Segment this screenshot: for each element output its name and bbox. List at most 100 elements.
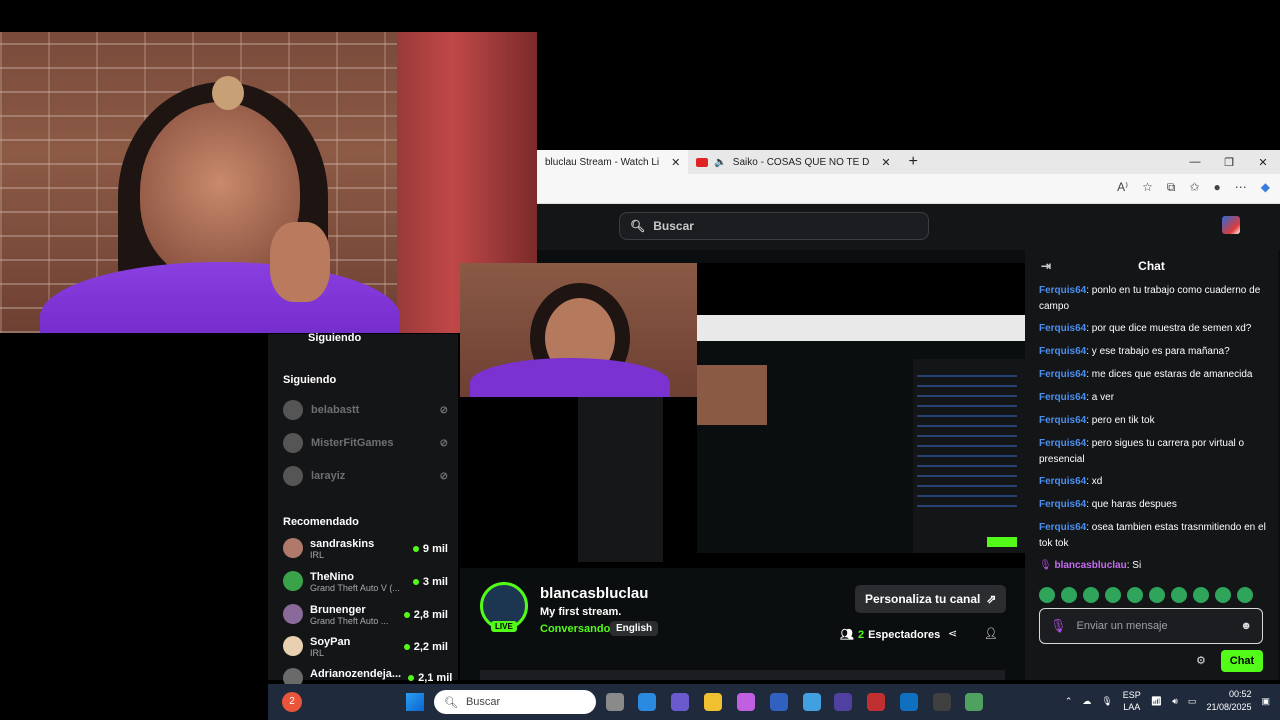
emote-icon[interactable] [1061,587,1077,603]
chat-message: Ferquis64: por que dice muestra de semen… [1039,323,1252,334]
language-tag[interactable]: English [610,621,659,636]
notifications-icon[interactable]: ▣ [1261,696,1270,707]
edge-icon[interactable] [638,693,656,711]
emote-icon[interactable] [1171,587,1187,603]
wifi-icon[interactable]: 📶︎ [1151,696,1162,707]
collapse-chat-icon[interactable]: ⇥ [1041,259,1051,273]
stream-info: LIVE blancasbluclau My first stream. Con… [460,568,1025,680]
emote-icon[interactable] [1149,587,1165,603]
emote-icon[interactable] [1215,587,1231,603]
send-chat-button[interactable]: Chat [1221,650,1263,672]
app-icon[interactable] [803,693,821,711]
recommended-item[interactable]: sandraskins IRL 9 mil [283,538,448,560]
close-window-button[interactable]: ✕ [1246,156,1280,169]
clock[interactable]: 00:52 21/08/2025 [1206,688,1251,714]
emote-icon[interactable] [1039,587,1055,603]
chat-message: Ferquis64: pero en tik tok [1039,415,1155,426]
share-icon[interactable]: ⋖ [948,627,957,640]
favorites-icon[interactable]: ✩ [1189,180,1199,195]
toolbar-icons: A⁾ ☆ ⧉ ✩ ● ⋯ ◆ [1117,180,1270,195]
notification-badge[interactable]: 2 [282,692,302,712]
search-placeholder: Buscar [653,219,694,233]
app-icon[interactable] [900,693,918,711]
tab-label: bluclau Stream - Watch Li [545,156,660,168]
following-item[interactable]: larayiz ⊘ [283,466,448,486]
read-aloud-icon[interactable]: A⁾ [1117,180,1128,195]
tab-bar: bluclau Stream - Watch Li ✕ 🔈 Saiko - CO… [537,150,1280,174]
chat-message: 🎙︎ blancasbluclau: Si [1039,560,1142,571]
gear-icon[interactable]: ⚙ [1196,654,1206,667]
live-badge: LIVE [491,621,517,632]
live-dot [403,644,410,650]
obs-icon[interactable] [933,693,951,711]
emote-icon[interactable] [1105,587,1121,603]
search-input[interactable]: 🔍︎ Buscar [619,212,929,240]
app-icon[interactable] [965,693,983,711]
channel-name[interactable]: blancasbluclau [540,585,648,602]
recommended-item[interactable]: TheNino Grand Theft Auto V (... 3 mil [283,571,448,593]
chevron-up-icon[interactable]: ⌃ [1065,696,1073,707]
file-explorer-icon[interactable] [704,693,722,711]
recommended-item[interactable]: SoyPan IRL 2,2 mil [283,636,448,658]
minimize-button[interactable]: — [1178,156,1212,168]
stream-category[interactable]: Conversando [540,623,610,635]
system-tray: ⌃ ☁ 🎙︎ ESP LAA 📶︎ 🔊︎ ▭ 00:52 21/08/2025 … [1065,688,1270,714]
following-name: belabastt [311,404,360,416]
follow-icon[interactable]: 👤︎ [984,627,998,640]
live-dot [412,579,419,585]
channel-category: Grand Theft Auto ... [310,616,389,626]
below-info-strip [480,670,1005,680]
windows-start-icon[interactable] [406,693,424,711]
close-tab-icon[interactable]: ✕ [881,156,890,169]
task-view-icon[interactable] [606,693,624,711]
tab-label: Saiko - COSAS QUE NO TE D [732,156,870,168]
mcafee-icon[interactable] [867,693,885,711]
personalize-channel-button[interactable]: Personaliza tu canal ⇗ [855,585,1007,613]
profile-icon[interactable]: ● [1214,180,1221,195]
following-item[interactable]: belabastt ⊘ [283,400,448,420]
extensions-icon[interactable]: ⧉ [1167,180,1176,195]
store-icon[interactable] [770,693,788,711]
teams-icon[interactable] [671,693,689,711]
copilot-icon[interactable]: ◆ [1261,180,1270,195]
avatar [283,466,303,486]
emote-icon[interactable] [1127,587,1143,603]
emote-icon[interactable] [1193,587,1209,603]
copilot-icon[interactable] [737,693,755,711]
channel-name: Adrianozendeja... [310,668,402,680]
maximize-button[interactable]: ❐ [1212,156,1246,169]
viewers-number: 2 [857,628,865,641]
chat-header: ⇥ Chat [1025,250,1278,282]
favorite-star-icon[interactable]: ☆ [1142,180,1153,195]
chat-input[interactable]: 🎙︎ Enviar un mensaje ☻ [1039,608,1263,644]
viewer-count: 9 mil [412,538,448,560]
emoji-icon[interactable]: ☻ [1240,620,1252,632]
cloud-icon[interactable]: ☁ [1082,696,1091,707]
tab-youtube[interactable]: 🔈 Saiko - COSAS QUE NO TE D ✕ [688,150,898,174]
nested-screen-capture [697,315,1025,553]
mic-icon[interactable]: 🎙︎ [1101,696,1112,707]
more-menu-icon[interactable]: ⋯ [1235,180,1247,195]
tab-kick-stream[interactable]: bluclau Stream - Watch Li ✕ [537,150,689,174]
emote-icon[interactable] [1083,587,1099,603]
avatar [283,400,303,420]
battery-icon[interactable]: ▭ [1188,696,1197,707]
taskbar-search[interactable]: 🔍︎ Buscar [434,690,596,714]
avatar [283,538,303,558]
new-tab-button[interactable]: + [909,153,918,171]
address-bar: A⁾ ☆ ⧉ ✩ ● ⋯ ◆ [537,174,1280,204]
volume-icon[interactable]: 🔊︎ [1172,696,1178,707]
user-avatar[interactable] [1222,216,1240,234]
chat-message: Ferquis64: xd [1039,476,1103,487]
emote-icon[interactable] [1237,587,1253,603]
language-indicator[interactable]: ESP LAA [1123,689,1141,713]
taskbar: 2 🔍︎ Buscar ⌃ ☁ 🎙︎ ESP LAA 📶︎ 🔊︎ ▭ 00:52… [268,684,1280,720]
video-player[interactable] [460,263,1025,568]
following-item[interactable]: MisterFitGames ⊘ [283,433,448,453]
viewer-count: 3 mil [412,571,448,593]
personalize-label: Personaliza tu canal [865,592,981,606]
recommended-item[interactable]: Brunenger Grand Theft Auto ... 2,8 mil [283,604,448,626]
jw-icon[interactable] [834,693,852,711]
close-tab-icon[interactable]: ✕ [671,156,680,169]
search-icon: 🔍︎ [444,696,458,709]
